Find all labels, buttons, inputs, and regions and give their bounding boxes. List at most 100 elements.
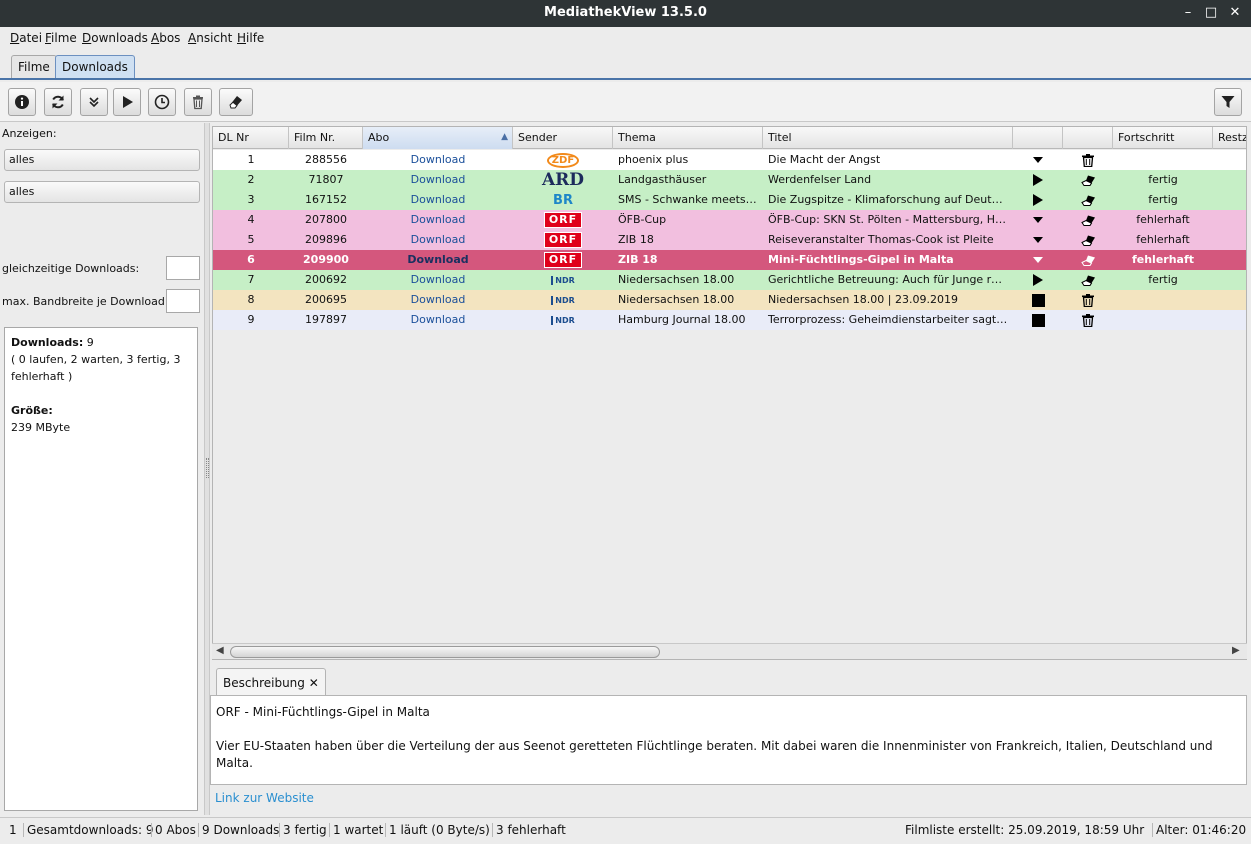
- table-row[interactable]: 9 197897 Download NDR Hamburg Journal 18.00 T…: [213, 310, 1246, 330]
- play-icon[interactable]: [1032, 273, 1044, 287]
- table-row[interactable]: 7 200692 Download NDR Niedersachsen 18.00 Ger…: [213, 270, 1246, 290]
- tab-beschreibung[interactable]: Beschreibung ✕: [216, 668, 326, 696]
- menu-hilfe[interactable]: Hilfe: [237, 31, 264, 45]
- table-row[interactable]: 3 167152 Download BR SMS - Schwanke meets Sh…: [213, 190, 1246, 210]
- cell-abo-link[interactable]: Download: [363, 310, 513, 330]
- ard-logo: ARD: [541, 170, 585, 190]
- col-restzeit[interactable]: Restz: [1213, 127, 1246, 149]
- col-action[interactable]: [1013, 127, 1063, 149]
- dropdown-icon[interactable]: [1032, 216, 1044, 224]
- filter-button[interactable]: [1214, 88, 1242, 116]
- eraser-icon[interactable]: [1080, 275, 1096, 286]
- trash-icon[interactable]: [1082, 293, 1094, 307]
- start-button[interactable]: [113, 88, 141, 116]
- col-dl-nr[interactable]: DL Nr: [213, 127, 289, 149]
- cell-action2[interactable]: [1063, 230, 1113, 250]
- menu-filme[interactable]: Filme: [45, 31, 77, 45]
- expand-button[interactable]: [80, 88, 108, 116]
- cell-action2[interactable]: [1063, 210, 1113, 230]
- cell-action2[interactable]: [1063, 190, 1113, 210]
- cell-film-nr: 207800: [305, 213, 347, 226]
- cell-dl-nr: 5: [247, 233, 255, 246]
- table-row[interactable]: 8 200695 Download NDR Niedersachsen 18.00 Nie…: [213, 290, 1246, 310]
- cell-action[interactable]: [1013, 290, 1063, 310]
- dropdown-icon[interactable]: [1032, 256, 1044, 264]
- play-icon[interactable]: [1032, 173, 1044, 187]
- parallel-downloads-input[interactable]: [166, 256, 200, 280]
- info-button[interactable]: [8, 88, 36, 116]
- trash-icon[interactable]: [1082, 153, 1094, 167]
- cell-abo-link[interactable]: Download: [363, 290, 513, 310]
- menu-datei[interactable]: Datei: [10, 31, 42, 45]
- delete-button[interactable]: [184, 88, 212, 116]
- table-row[interactable]: 5 209896 Download ORF ZIB 18 Reiseveranstalte…: [213, 230, 1246, 250]
- stop-icon[interactable]: [1031, 293, 1045, 307]
- cell-action2[interactable]: [1063, 290, 1113, 310]
- bandwidth-input[interactable]: [166, 289, 200, 313]
- eraser-icon[interactable]: [1080, 175, 1096, 186]
- dropdown-icon[interactable]: [1032, 236, 1044, 244]
- scroll-right-icon[interactable]: ▶: [1232, 645, 1240, 656]
- later-button[interactable]: [148, 88, 176, 116]
- cell-action[interactable]: [1013, 270, 1063, 290]
- cell-abo-link[interactable]: Download: [363, 190, 513, 210]
- table-row[interactable]: 4 207800 Download ORF ÖFB-Cup ÖFB-Cup: SKN St…: [213, 210, 1246, 230]
- cell-abo-link[interactable]: Download: [363, 150, 513, 170]
- play-icon[interactable]: [1032, 193, 1044, 207]
- display-filter-combo[interactable]: alles: [4, 149, 200, 171]
- close-tab-icon[interactable]: ✕: [309, 676, 319, 690]
- cell-action[interactable]: [1013, 190, 1063, 210]
- eraser-icon[interactable]: [1080, 255, 1096, 266]
- cell-abo-link[interactable]: Download: [363, 270, 513, 290]
- cell-action2[interactable]: [1063, 250, 1113, 270]
- table-row[interactable]: 2 71807 Download ARD Landgasthäuser Werdenfel…: [213, 170, 1246, 190]
- refresh-button[interactable]: [44, 88, 72, 116]
- eraser-icon[interactable]: [1080, 235, 1096, 246]
- cell-action2[interactable]: [1063, 310, 1113, 330]
- menu-downloads[interactable]: Downloads: [82, 31, 148, 45]
- eraser-icon[interactable]: [1080, 215, 1096, 226]
- col-titel[interactable]: Titel: [763, 127, 1013, 149]
- cell-abo-link[interactable]: Download: [363, 210, 513, 230]
- cell-action[interactable]: [1013, 210, 1063, 230]
- status-total-downloads: Gesamtdownloads: 9: [23, 823, 156, 837]
- col-sender[interactable]: Sender: [513, 127, 613, 149]
- trash-icon[interactable]: [1082, 313, 1094, 327]
- menu-ansicht[interactable]: Ansicht: [188, 31, 232, 45]
- stop-icon[interactable]: [1031, 313, 1045, 327]
- col-fortschritt[interactable]: Fortschritt: [1113, 127, 1213, 149]
- col-abo[interactable]: Abo ▲: [363, 127, 513, 149]
- scrollbar-thumb[interactable]: [230, 646, 660, 658]
- abo-filter-combo[interactable]: alles: [4, 181, 200, 203]
- scroll-left-icon[interactable]: ◀: [216, 645, 224, 656]
- cell-abo-link[interactable]: Download: [363, 170, 513, 190]
- cell-action[interactable]: [1013, 310, 1063, 330]
- col-action2[interactable]: [1063, 127, 1113, 149]
- menu-abos[interactable]: Abos: [151, 31, 180, 45]
- tab-filme[interactable]: Filme: [11, 55, 57, 78]
- maximize-icon[interactable]: □: [1201, 3, 1221, 23]
- splitter-grip[interactable]: [206, 458, 209, 478]
- cell-action[interactable]: [1013, 150, 1063, 170]
- eraser-icon[interactable]: [1080, 195, 1096, 206]
- cell-action2[interactable]: [1063, 270, 1113, 290]
- cell-abo-link[interactable]: Download: [363, 230, 513, 250]
- col-thema[interactable]: Thema: [613, 127, 763, 149]
- col-film-nr[interactable]: Film Nr.: [289, 127, 363, 149]
- minimize-icon[interactable]: –: [1178, 3, 1198, 23]
- tab-downloads[interactable]: Downloads: [55, 55, 135, 78]
- clean-button[interactable]: [219, 88, 253, 116]
- cell-action2[interactable]: [1063, 170, 1113, 190]
- table-row[interactable]: 6 209900 Download ORF ZIB 18 Mini-Füchtlings-…: [213, 250, 1246, 270]
- cell-action[interactable]: [1013, 230, 1063, 250]
- close-icon[interactable]: ✕: [1225, 3, 1245, 23]
- cell-action[interactable]: [1013, 250, 1063, 270]
- table-row[interactable]: 1 288556 Download ZDF phoenix plus Die Macht …: [213, 150, 1246, 170]
- cell-action[interactable]: [1013, 170, 1063, 190]
- table-horizontal-scrollbar[interactable]: ◀ ▶: [212, 643, 1247, 659]
- website-link[interactable]: Link zur Website: [215, 791, 314, 805]
- cell-abo-link[interactable]: Download: [363, 250, 513, 270]
- dropdown-icon[interactable]: [1032, 156, 1044, 164]
- status-finished: 3 fertig: [279, 823, 330, 837]
- cell-action2[interactable]: [1063, 150, 1113, 170]
